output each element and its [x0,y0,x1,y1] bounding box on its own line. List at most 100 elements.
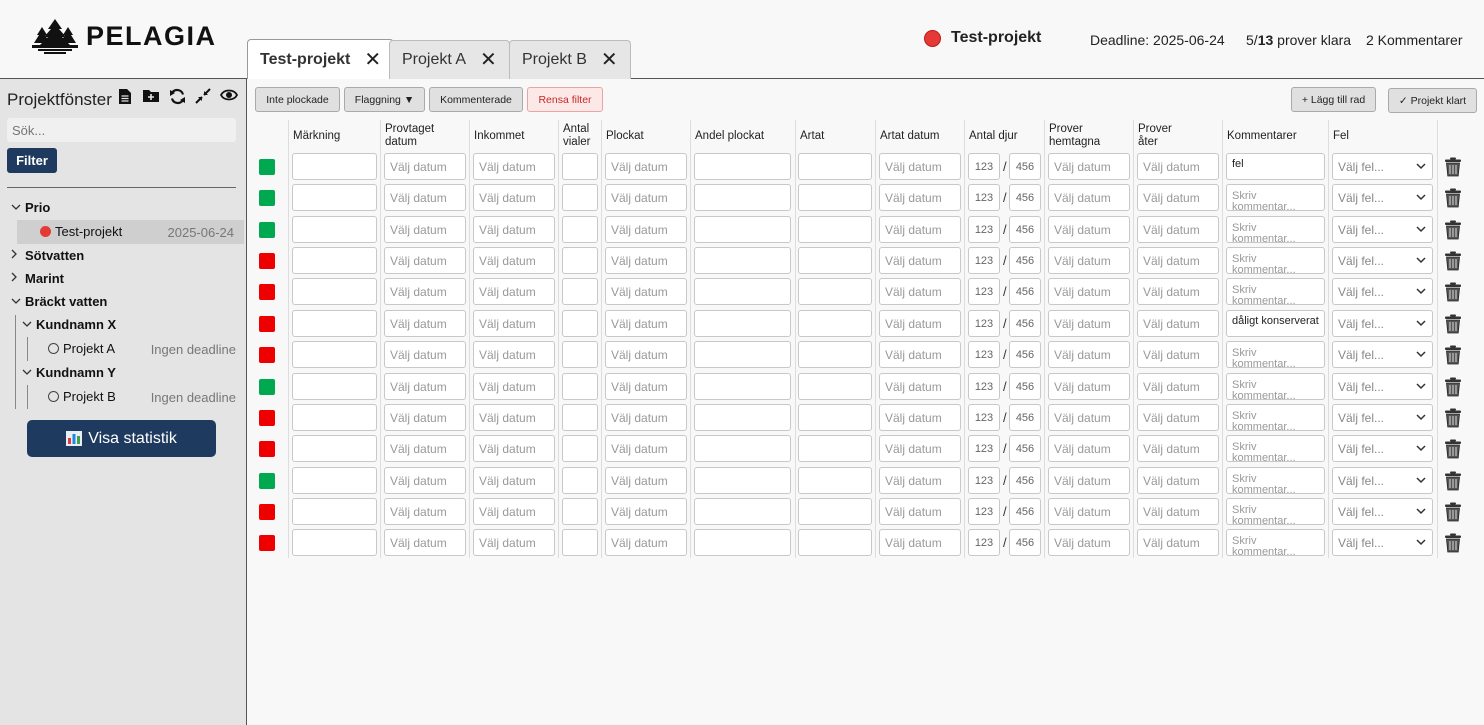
tree-group-sotvatten[interactable]: Sötvatten [11,248,84,263]
date-picker[interactable]: Välj datum [605,498,687,525]
vials-input[interactable] [562,247,598,274]
tab-test-projekt[interactable]: Test-projekt ✕ [247,39,395,79]
date-picker[interactable]: Välj datum [1137,373,1219,400]
trash-icon[interactable] [1444,408,1462,428]
error-select[interactable]: Välj fel... [1332,153,1433,180]
date-picker[interactable]: Välj datum [384,278,466,305]
date-picker[interactable]: Välj datum [1137,216,1219,243]
vials-input[interactable] [562,404,598,431]
animals-total-input[interactable]: 456 [1009,310,1041,337]
error-select[interactable]: Välj fel... [1332,216,1433,243]
marking-input[interactable] [292,216,377,243]
trash-icon[interactable] [1444,377,1462,397]
date-picker[interactable]: Välj datum [605,216,687,243]
date-picker[interactable]: Välj datum [473,341,555,368]
new-file-icon[interactable] [116,88,134,110]
species-input[interactable] [798,310,872,337]
date-picker[interactable]: Välj datum [473,529,555,556]
filter-button[interactable]: Filter [7,148,57,173]
tree-item-test-projekt[interactable]: Test-projekt 2025-06-24 [17,220,244,244]
animals-count-input[interactable]: 123 [968,498,1000,525]
animals-total-input[interactable]: 456 [1009,404,1041,431]
animals-count-input[interactable]: 123 [968,216,1000,243]
error-select[interactable]: Välj fel... [1332,278,1433,305]
date-picker[interactable]: Välj datum [1048,310,1130,337]
trash-icon[interactable] [1444,533,1462,553]
date-picker[interactable]: Välj datum [1048,184,1130,211]
picked-share-input[interactable] [694,184,791,211]
comment-field[interactable]: Skriv kommentar... [1226,247,1325,274]
animals-total-input[interactable]: 456 [1009,247,1041,274]
tree-group-kundnamn-x[interactable]: Kundnamn X [22,317,116,332]
error-select[interactable]: Välj fel... [1332,373,1433,400]
picked-share-input[interactable] [694,216,791,243]
species-input[interactable] [798,153,872,180]
close-icon[interactable]: ✕ [601,50,618,70]
animals-count-input[interactable]: 123 [968,435,1000,462]
trash-icon[interactable] [1444,220,1462,240]
species-input[interactable] [798,498,872,525]
picked-share-input[interactable] [694,278,791,305]
eye-icon[interactable] [219,88,239,110]
marking-input[interactable] [292,153,377,180]
animals-count-input[interactable]: 123 [968,341,1000,368]
comment-field[interactable]: Skriv kommentar... [1226,216,1325,243]
species-input[interactable] [798,341,872,368]
date-picker[interactable]: Välj datum [473,373,555,400]
collapse-icon[interactable] [194,88,212,110]
date-picker[interactable]: Välj datum [605,310,687,337]
date-picker[interactable]: Välj datum [605,278,687,305]
date-picker[interactable]: Välj datum [1137,404,1219,431]
species-input[interactable] [798,184,872,211]
date-picker[interactable]: Välj datum [1048,404,1130,431]
animals-total-input[interactable]: 456 [1009,278,1041,305]
animals-count-input[interactable]: 123 [968,373,1000,400]
date-picker[interactable]: Välj datum [384,467,466,494]
date-picker[interactable]: Välj datum [384,373,466,400]
tree-group-brackt-vatten[interactable]: Bräckt vatten [11,294,107,309]
date-picker[interactable]: Välj datum [1048,467,1130,494]
animals-total-input[interactable]: 456 [1009,341,1041,368]
date-picker[interactable]: Välj datum [384,529,466,556]
vials-input[interactable] [562,529,598,556]
error-select[interactable]: Välj fel... [1332,498,1433,525]
vials-input[interactable] [562,341,598,368]
close-icon[interactable]: ✕ [364,50,381,70]
status-flag-red[interactable] [259,504,275,520]
error-select[interactable]: Välj fel... [1332,310,1433,337]
animals-count-input[interactable]: 123 [968,278,1000,305]
animals-count-input[interactable]: 123 [968,247,1000,274]
picked-share-input[interactable] [694,373,791,400]
date-picker[interactable]: Välj datum [473,216,555,243]
picked-share-input[interactable] [694,247,791,274]
date-picker[interactable]: Välj datum [1048,373,1130,400]
date-picker[interactable]: Välj datum [1137,467,1219,494]
date-picker[interactable]: Välj datum [384,216,466,243]
animals-count-input[interactable]: 123 [968,153,1000,180]
date-picker[interactable]: Välj datum [473,435,555,462]
animals-total-input[interactable]: 456 [1009,529,1041,556]
add-row-button[interactable]: + Lägg till rad [1291,87,1376,112]
vials-input[interactable] [562,467,598,494]
date-picker[interactable]: Välj datum [473,467,555,494]
comment-field[interactable]: dåligt konserverat [1226,310,1325,337]
date-picker[interactable]: Välj datum [605,341,687,368]
trash-icon[interactable] [1444,188,1462,208]
trash-icon[interactable] [1444,502,1462,522]
date-picker[interactable]: Välj datum [879,216,961,243]
animals-count-input[interactable]: 123 [968,404,1000,431]
date-picker[interactable]: Välj datum [384,247,466,274]
status-flag-red[interactable] [259,535,275,551]
animals-total-input[interactable]: 456 [1009,467,1041,494]
marking-input[interactable] [292,310,377,337]
animals-total-input[interactable]: 456 [1009,216,1041,243]
date-picker[interactable]: Välj datum [384,404,466,431]
species-input[interactable] [798,278,872,305]
animals-total-input[interactable]: 456 [1009,184,1041,211]
date-picker[interactable]: Välj datum [605,184,687,211]
date-picker[interactable]: Välj datum [605,404,687,431]
species-input[interactable] [798,467,872,494]
animals-count-input[interactable]: 123 [968,467,1000,494]
comment-field[interactable]: Skriv kommentar... [1226,184,1325,211]
status-flag-green[interactable] [259,190,275,206]
